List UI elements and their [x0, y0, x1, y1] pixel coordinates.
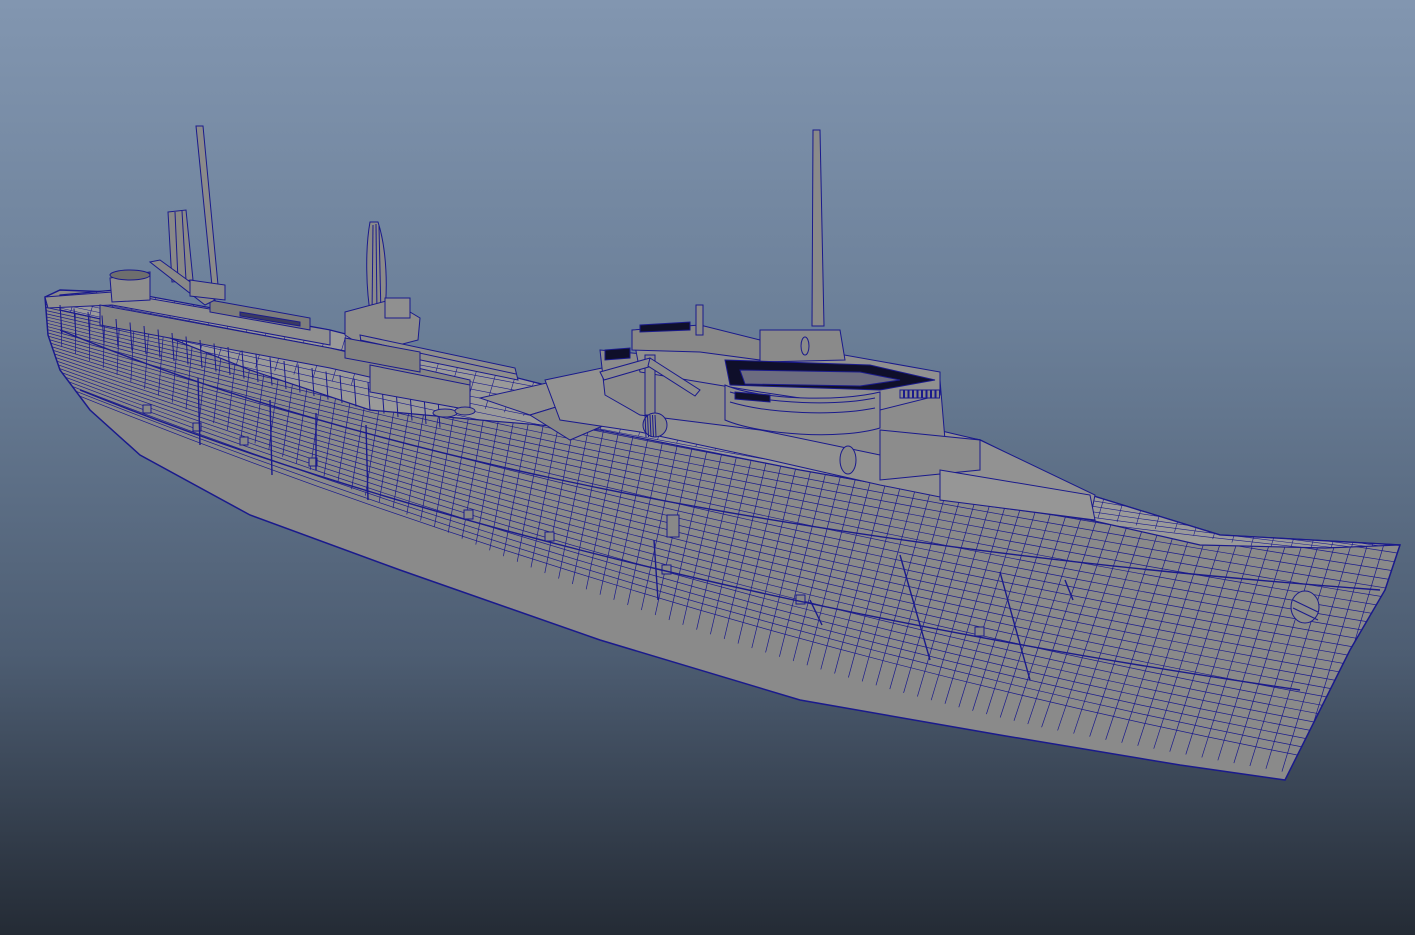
3d-viewport[interactable]	[0, 0, 1415, 935]
ship-model[interactable]	[0, 0, 1415, 935]
aft-mast[interactable]	[109, 125, 226, 306]
